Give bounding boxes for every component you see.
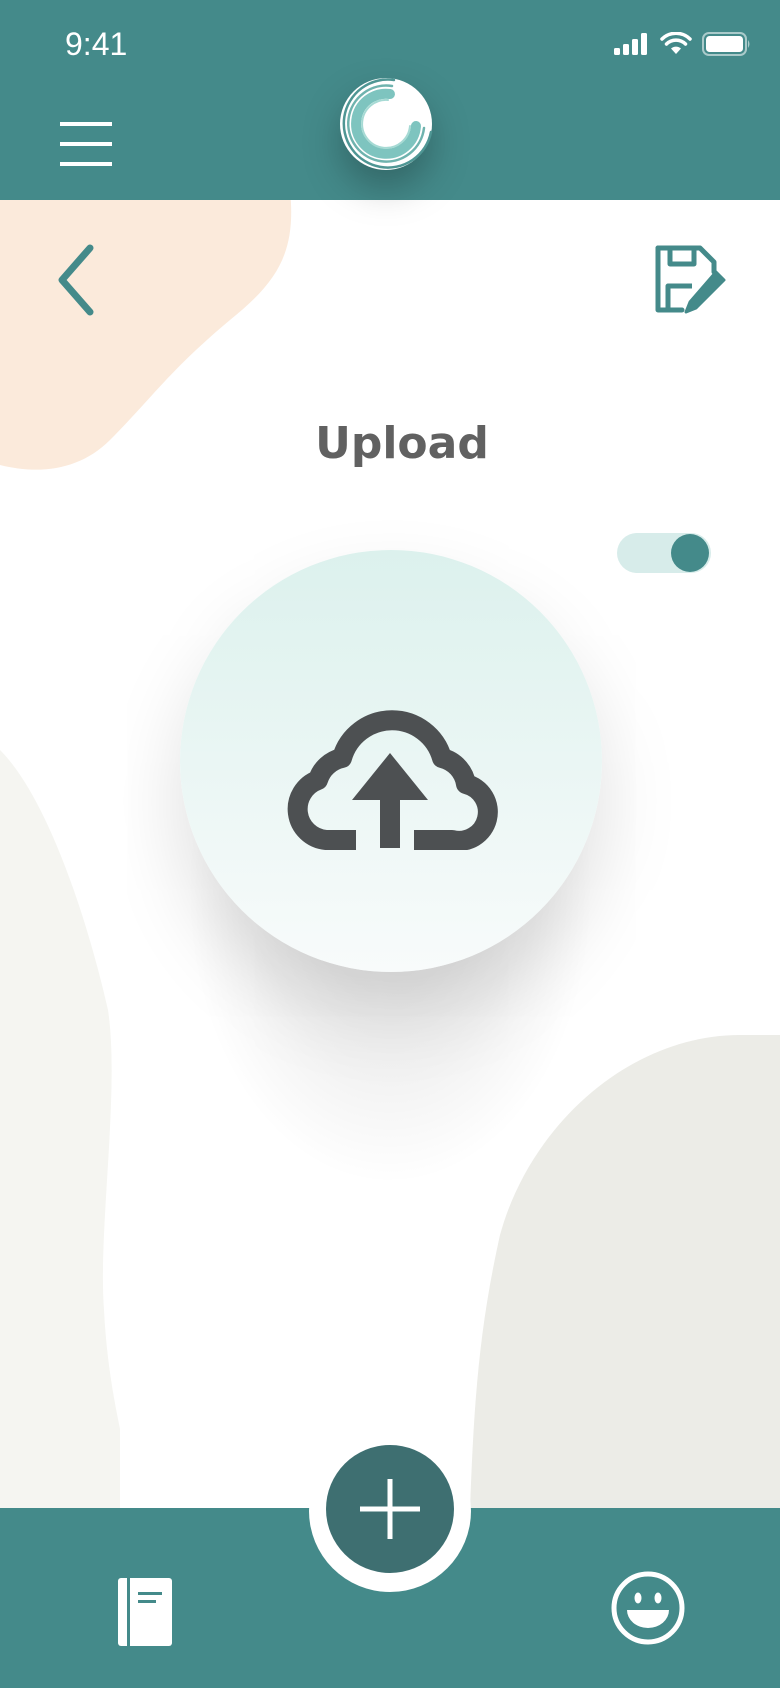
plus-icon [360, 1479, 420, 1539]
cloud-upload-icon [287, 710, 498, 850]
journal-icon[interactable] [114, 1576, 174, 1648]
chevron-left-icon[interactable] [52, 240, 102, 320]
add-button[interactable] [326, 1445, 454, 1573]
header-bar: 9:41 [0, 0, 780, 200]
save-edit-icon[interactable] [652, 242, 728, 318]
smiley-icon[interactable] [610, 1570, 686, 1646]
mode-toggle[interactable] [617, 533, 711, 573]
toggle-knob [671, 534, 709, 572]
wifi-icon [660, 32, 692, 54]
status-time: 9:41 [65, 26, 128, 62]
app-logo-icon [340, 78, 433, 170]
page-title: Upload [315, 418, 489, 469]
cellular-signal-icon [614, 33, 647, 55]
battery-icon [702, 32, 750, 56]
left-gray-blob [0, 750, 120, 1508]
status-icons [614, 32, 752, 56]
upload-screen: 9:41 Upload [0, 0, 780, 1688]
hamburger-menu-icon[interactable] [52, 112, 112, 166]
upload-button[interactable] [180, 550, 602, 972]
